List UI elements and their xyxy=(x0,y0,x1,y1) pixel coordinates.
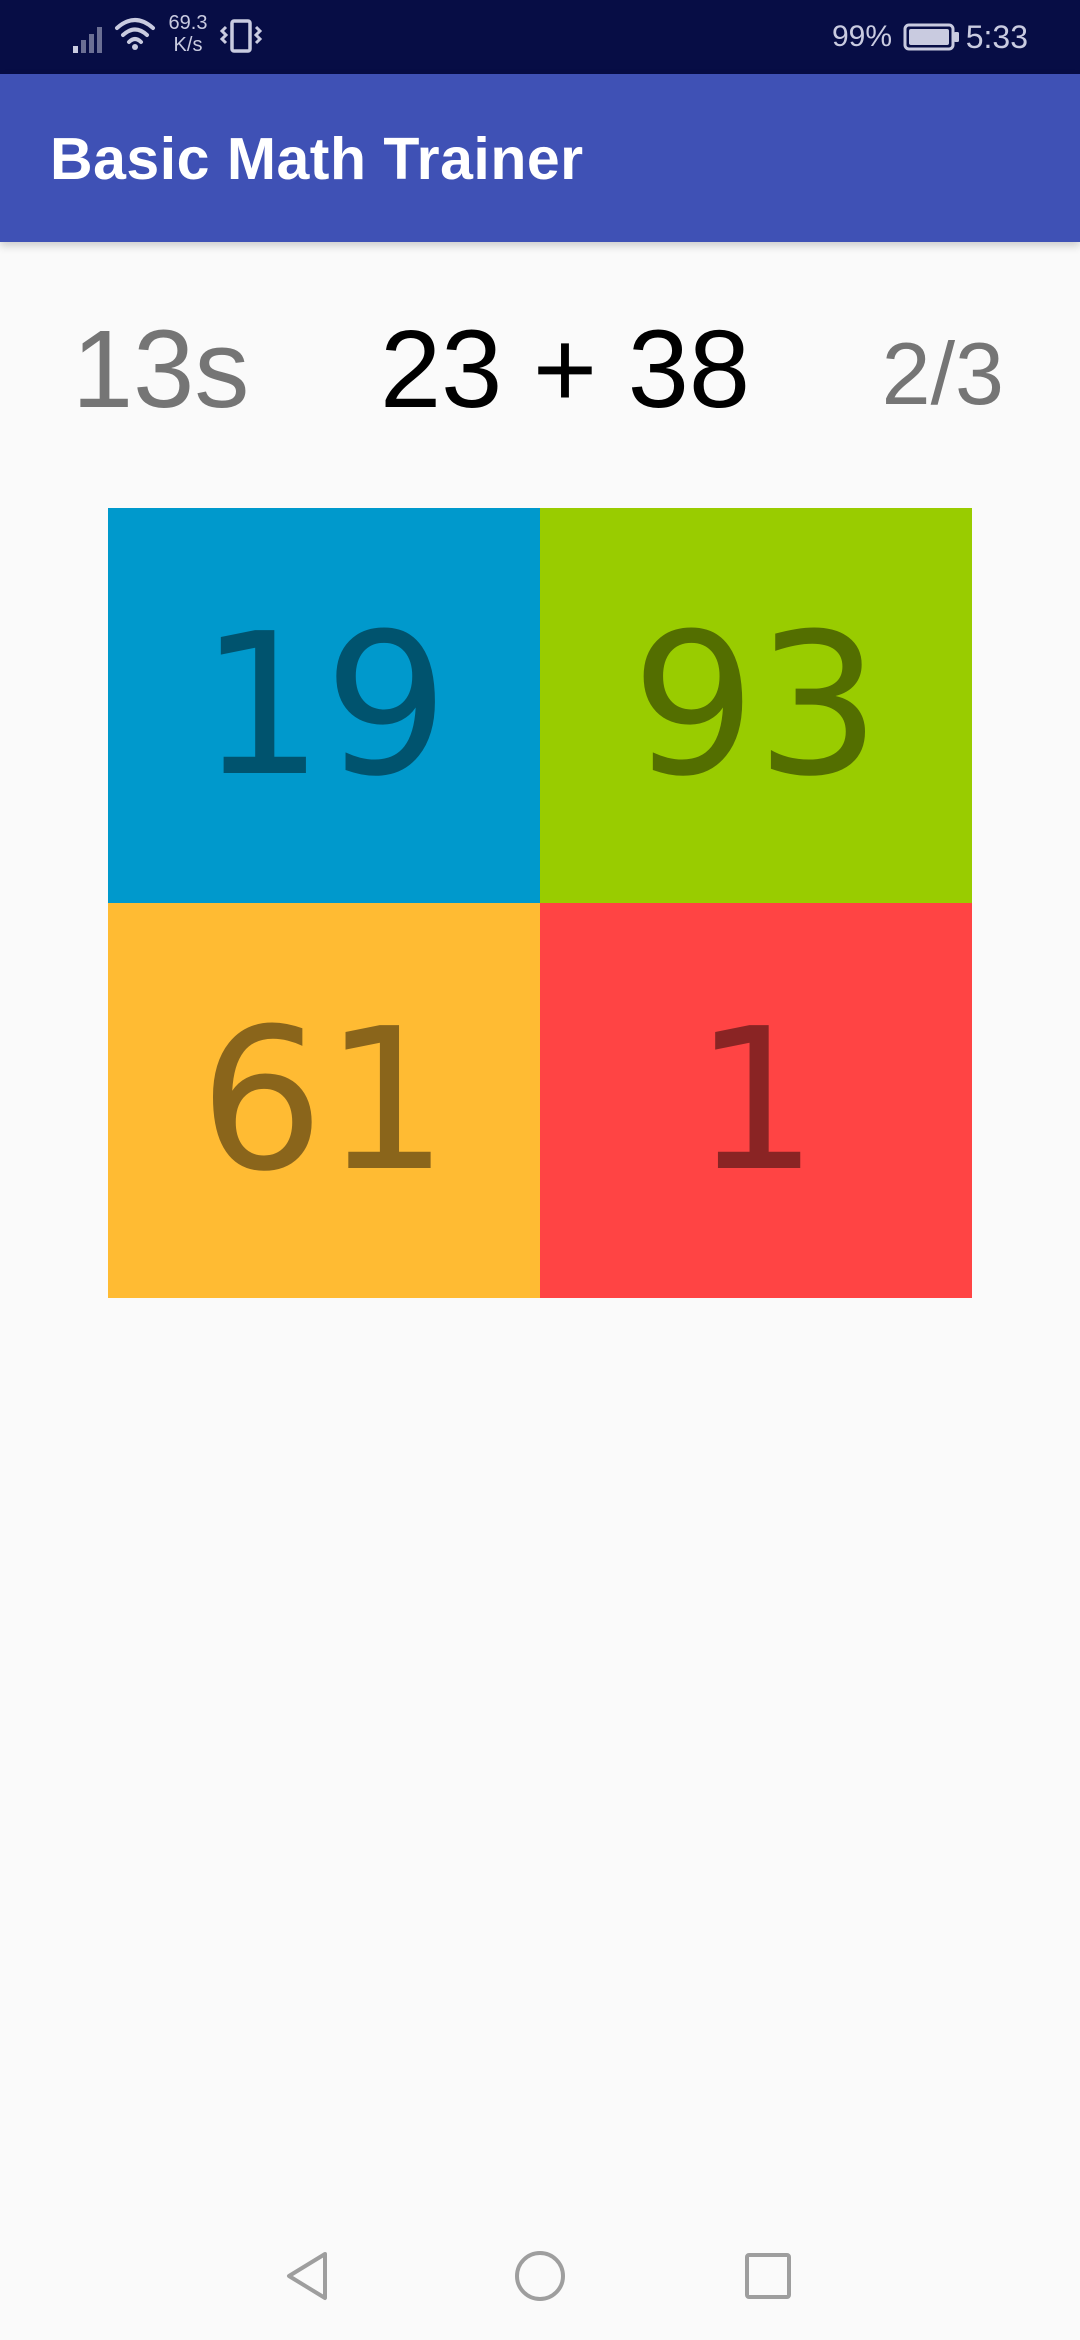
answer-value: 1 xyxy=(693,986,819,1215)
home-icon xyxy=(515,2251,565,2301)
battery-icon xyxy=(903,23,959,51)
network-speed: 69.3 K/s xyxy=(164,12,212,56)
back-icon xyxy=(287,2252,327,2300)
recents-button[interactable] xyxy=(728,2236,808,2316)
answer-button-1[interactable]: 19 xyxy=(108,508,540,903)
answer-value: 93 xyxy=(631,591,881,820)
home-button[interactable] xyxy=(500,2236,580,2316)
back-button[interactable] xyxy=(268,2236,348,2316)
answer-button-4[interactable]: 1 xyxy=(540,903,972,1298)
navigation-bar xyxy=(0,2214,1080,2340)
network-speed-unit: K/s xyxy=(173,34,203,56)
math-problem: 23 + 38 xyxy=(380,308,751,431)
answer-value: 61 xyxy=(199,986,449,1215)
status-bar: 69.3 K/s 99% 5:33 xyxy=(0,0,1080,74)
answer-button-3[interactable]: 61 xyxy=(108,903,540,1298)
answer-button-2[interactable]: 93 xyxy=(540,508,972,903)
wifi-icon xyxy=(115,18,155,50)
vibrate-icon xyxy=(219,19,263,53)
recents-icon xyxy=(745,2253,791,2299)
clock: 5:33 xyxy=(965,19,1028,55)
answer-grid: 19 93 61 1 xyxy=(108,508,972,1298)
app-title: Basic Math Trainer xyxy=(50,126,584,192)
battery-percent: 99% xyxy=(831,20,892,53)
question-progress: 2/3 xyxy=(881,324,1004,423)
network-speed-value: 69.3 xyxy=(168,12,208,34)
signal-icon xyxy=(73,27,102,53)
answer-value: 19 xyxy=(199,591,449,820)
app-bar: Basic Math Trainer xyxy=(0,74,1080,242)
countdown-timer: 13s xyxy=(72,308,250,431)
